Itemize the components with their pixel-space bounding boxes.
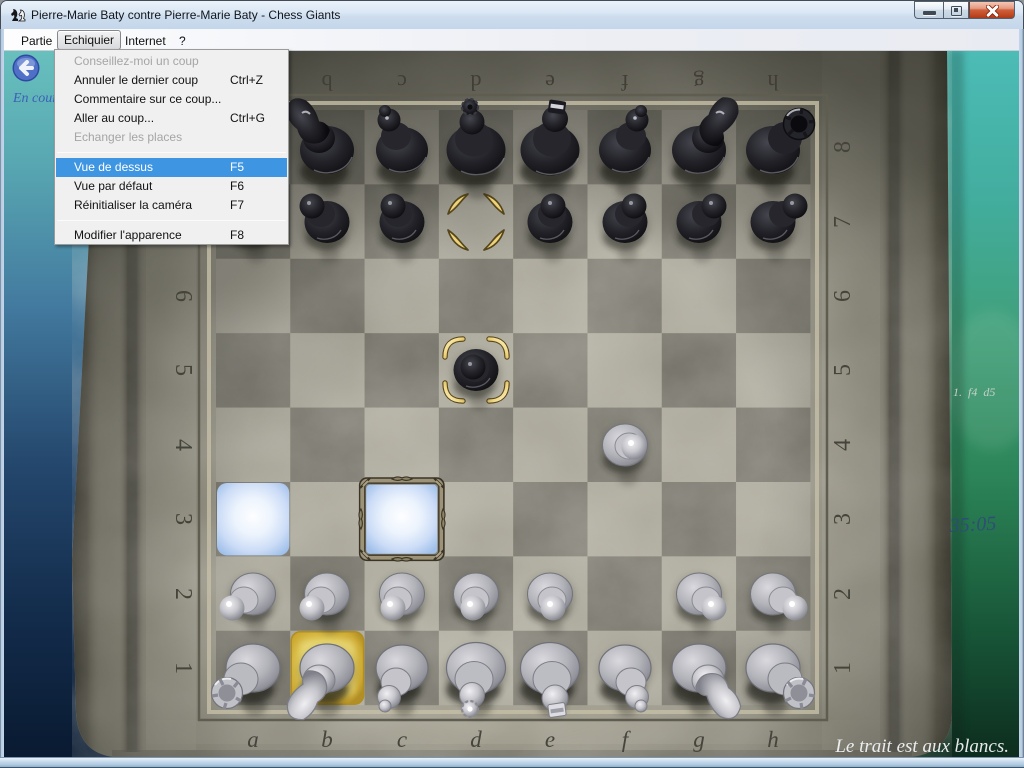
svg-text:6: 6 — [170, 290, 196, 302]
svg-text:3: 3 — [170, 513, 196, 525]
svg-text:e: e — [545, 727, 555, 752]
svg-text:4: 4 — [170, 439, 196, 451]
svg-text:g: g — [693, 727, 705, 752]
svg-text:5: 5 — [170, 364, 196, 376]
svg-text:c: c — [397, 727, 407, 752]
svg-text:f: f — [621, 70, 629, 95]
svg-text:4: 4 — [830, 439, 856, 451]
svg-text:6: 6 — [830, 290, 856, 302]
svg-text:h: h — [767, 727, 779, 752]
svg-text:2: 2 — [830, 588, 856, 600]
svg-text:Le trait est aux blancs.: Le trait est aux blancs. — [834, 736, 1009, 757]
svg-text:8: 8 — [830, 141, 856, 153]
svg-text:5: 5 — [830, 364, 856, 376]
svg-text:c: c — [397, 70, 407, 95]
svg-text:b: b — [322, 70, 333, 95]
svg-text:g: g — [694, 70, 705, 95]
svg-text:1. f4 d5: 1. f4 d5 — [953, 385, 995, 399]
svg-text:b: b — [321, 727, 333, 752]
svg-text:2: 2 — [170, 588, 196, 600]
svg-text:a: a — [247, 727, 259, 752]
svg-text:d: d — [470, 727, 482, 752]
svg-text:1: 1 — [170, 662, 196, 674]
svg-text:7: 7 — [830, 216, 856, 228]
svg-text:3: 3 — [830, 513, 856, 525]
svg-text:d: d — [471, 70, 482, 95]
svg-text:e: e — [545, 70, 555, 95]
svg-text:h: h — [768, 70, 779, 95]
svg-text:1: 1 — [830, 662, 856, 674]
svg-text:35:05: 35:05 — [948, 513, 997, 537]
